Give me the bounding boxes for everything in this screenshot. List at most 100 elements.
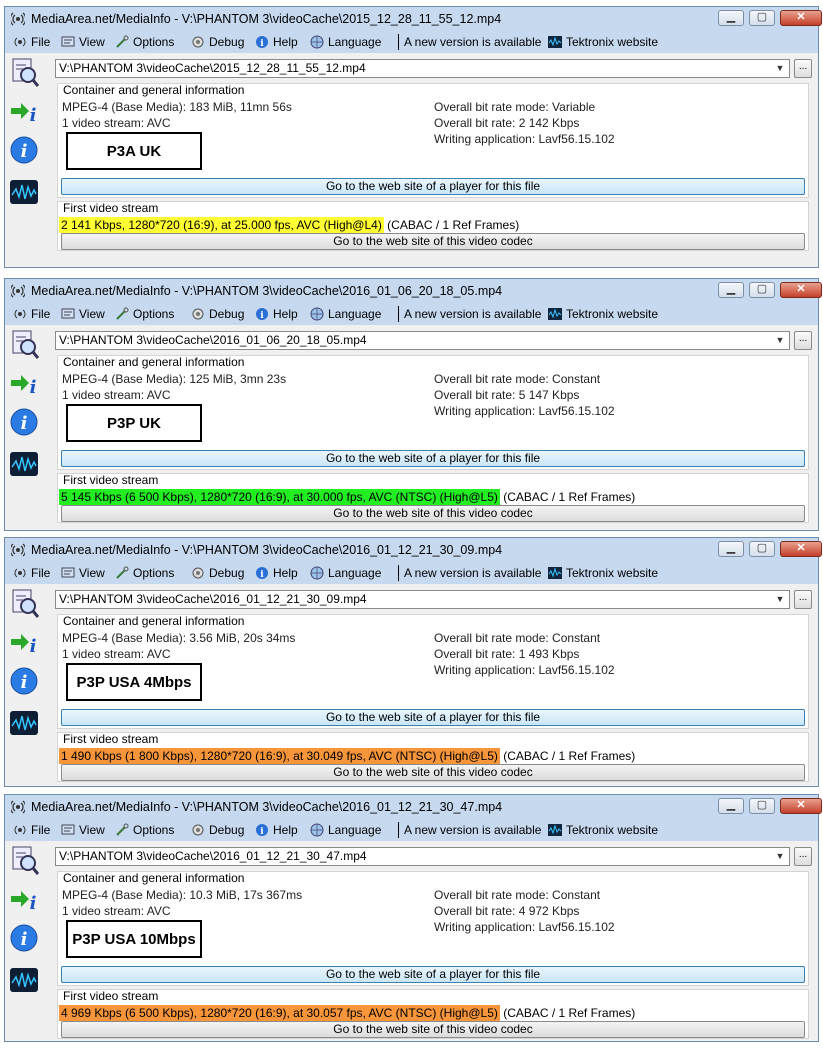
menu-options[interactable]: Options [115,565,174,581]
writing-app-info: Writing application: Lavf56.15.102 [434,663,615,677]
chevron-down-icon[interactable]: ▼ [773,332,787,349]
maximize-button[interactable]: ▢ [749,798,775,814]
menu-file[interactable]: File [13,34,50,50]
minimize-button[interactable]: ▁ [718,282,744,298]
player-website-button[interactable]: Go to the web site of a player for this … [61,709,805,726]
minimize-button[interactable]: ▁ [718,10,744,26]
file-path-value: V:\PHANTOM 3\videoCache\2016_01_06_20_18… [59,333,367,347]
svg-text:i: i [260,827,264,837]
tektronix-link[interactable]: Tektronix website [548,565,658,581]
menu-view[interactable]: View [61,822,105,838]
tektronix-link[interactable]: Tektronix website [548,306,658,322]
sheet-view-icon[interactable] [9,845,40,875]
video-stream-highlight: 2 141 Kbps, 1280*720 (16:9), at 25.000 f… [59,217,384,233]
menu-language[interactable]: Language [310,34,381,50]
svg-text:i: i [260,39,264,49]
waveform-icon[interactable] [9,449,39,479]
menu-language[interactable]: Language [310,306,381,322]
menu-help[interactable]: i Help [255,822,298,838]
menu-language[interactable]: Language [310,565,381,581]
new-version-link[interactable]: A new version is available [398,34,541,50]
info-icon[interactable]: i [9,666,39,696]
menu-file[interactable]: File [13,306,50,322]
close-button[interactable]: ✕ [780,541,822,557]
menu-file[interactable]: File [13,822,50,838]
globe-icon [310,35,324,49]
minimize-button[interactable]: ▁ [718,541,744,557]
info-import-icon[interactable]: i [9,626,39,657]
browse-button[interactable]: ... [794,847,812,866]
codec-website-button[interactable]: Go to the web site of this video codec [61,233,805,250]
options-icon [116,566,129,579]
player-website-button[interactable]: Go to the web site of a player for this … [61,966,805,983]
menu-debug[interactable]: Debug [191,822,244,838]
waveform-icon[interactable] [9,965,39,995]
menu-options[interactable]: Options [115,822,174,838]
video-stream-highlight: 1 490 Kbps (1 800 Kbps), 1280*720 (16:9)… [59,748,500,764]
close-button[interactable]: ✕ [780,10,822,26]
menu-debug[interactable]: Debug [191,34,244,50]
new-version-label: A new version is available [404,566,542,580]
close-button[interactable]: ✕ [780,282,822,298]
new-version-link[interactable]: A new version is available [398,565,541,581]
codec-website-button[interactable]: Go to the web site of this video codec [61,1021,805,1038]
file-path-combobox[interactable]: V:\PHANTOM 3\videoCache\2016_01_12_21_30… [55,590,790,609]
svg-text:i: i [21,929,28,950]
menu-help[interactable]: i Help [255,34,298,50]
menu-language[interactable]: Language [310,822,381,838]
info-import-icon[interactable]: i [9,883,39,914]
file-path-combobox[interactable]: V:\PHANTOM 3\videoCache\2015_12_28_11_55… [55,59,790,78]
codec-website-button[interactable]: Go to the web site of this video codec [61,764,805,781]
new-version-link[interactable]: A new version is available [398,822,541,838]
menu-help-label: Help [273,823,298,837]
menu-view[interactable]: View [61,306,105,322]
menu-debug[interactable]: Debug [191,306,244,322]
info-icon[interactable]: i [9,923,39,953]
menu-debug[interactable]: Debug [191,565,244,581]
general-info-section: Container and general information MPEG-4… [57,871,809,986]
info-import-icon[interactable]: i [9,95,39,126]
maximize-button[interactable]: ▢ [749,282,775,298]
chevron-down-icon[interactable]: ▼ [773,60,787,77]
file-path-combobox[interactable]: V:\PHANTOM 3\videoCache\2016_01_06_20_18… [55,331,790,350]
tektronix-link[interactable]: Tektronix website [548,822,658,838]
menu-help[interactable]: i Help [255,306,298,322]
tektronix-link[interactable]: Tektronix website [548,34,658,50]
menu-view[interactable]: View [61,34,105,50]
browse-button[interactable]: ... [794,331,812,350]
info-import-icon[interactable]: i [9,367,39,398]
menu-file[interactable]: File [13,565,50,581]
mediainfo-window-3: MediaArea.net/MediaInfo - V:\PHANTOM 3\v… [4,537,822,787]
menu-bar: File View Options Debug i Help Language [5,819,818,841]
menu-options[interactable]: Options [115,306,174,322]
maximize-button[interactable]: ▢ [749,10,775,26]
waveform-icon[interactable] [9,708,39,738]
tektronix-label: Tektronix website [566,823,659,837]
menu-view[interactable]: View [61,565,105,581]
browse-button[interactable]: ... [794,59,812,78]
info-icon[interactable]: i [9,407,39,437]
close-button[interactable]: ✕ [780,798,822,814]
sheet-view-icon[interactable] [9,329,40,359]
sheet-view-icon[interactable] [9,57,40,87]
browse-button[interactable]: ... [794,590,812,609]
menu-help-label: Help [273,566,298,580]
menu-help[interactable]: i Help [255,565,298,581]
menu-options-label: Options [133,35,175,49]
new-version-link[interactable]: A new version is available [398,306,541,322]
waveform-icon[interactable] [9,177,39,207]
window-title: MediaArea.net/MediaInfo - V:\PHANTOM 3\v… [31,800,503,814]
info-icon[interactable]: i [9,135,39,165]
codec-website-button[interactable]: Go to the web site of this video codec [61,505,805,522]
player-website-button[interactable]: Go to the web site of a player for this … [61,178,805,195]
sheet-view-icon[interactable] [9,588,40,618]
file-path-combobox[interactable]: V:\PHANTOM 3\videoCache\2016_01_12_21_30… [55,847,790,866]
chevron-down-icon[interactable]: ▼ [773,848,787,865]
chevron-down-icon[interactable]: ▼ [773,591,787,608]
maximize-button[interactable]: ▢ [749,541,775,557]
menu-options[interactable]: Options [115,34,174,50]
minimize-button[interactable]: ▁ [718,798,744,814]
player-website-button[interactable]: Go to the web site of a player for this … [61,450,805,467]
menu-debug-label: Debug [209,35,245,49]
menu-language-label: Language [328,35,382,49]
